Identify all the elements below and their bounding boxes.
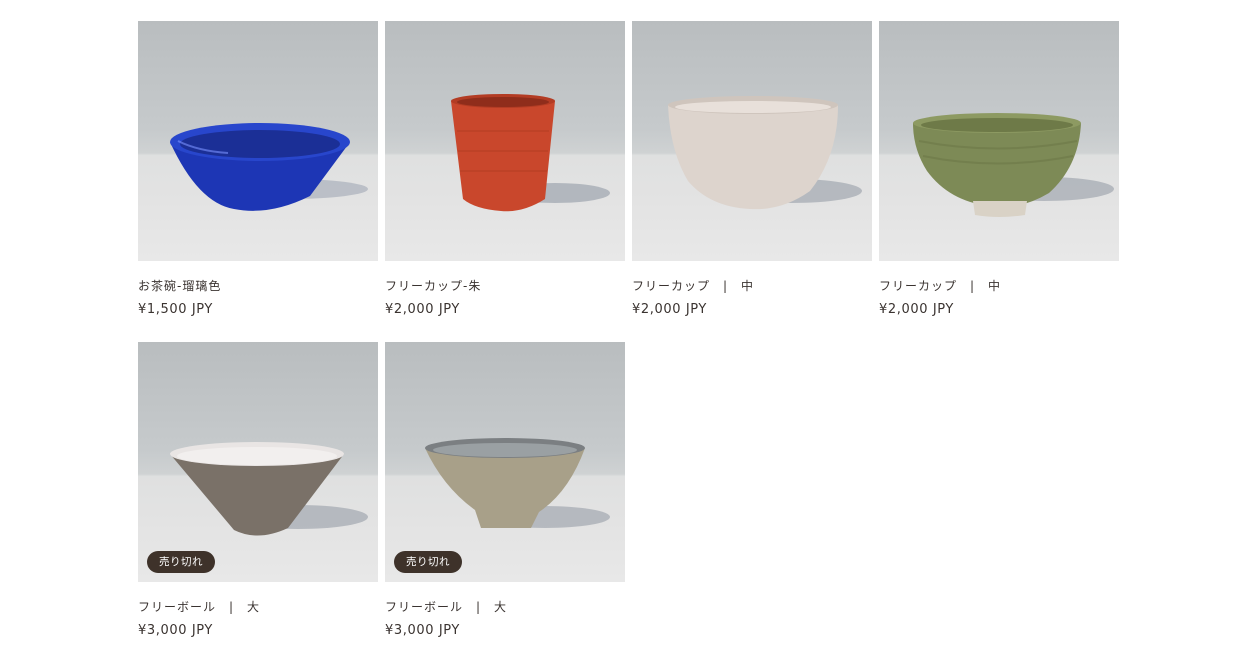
grey-bowl-photo — [170, 442, 368, 536]
product-title[interactable]: フリーカップ | 中 — [879, 277, 1119, 293]
product-price: ¥3,000 JPY — [138, 623, 213, 638]
sold-out-badge: 売り切れ — [394, 551, 462, 573]
product-price: ¥3,000 JPY — [385, 623, 460, 638]
product-price: ¥2,000 JPY — [879, 302, 954, 317]
product-card[interactable]: フリーカップ | 中 ¥2,000 JPY — [632, 21, 872, 317]
product-price: ¥2,000 JPY — [632, 302, 707, 317]
product-title[interactable]: フリーカップ-朱 — [385, 277, 625, 293]
product-card[interactable]: お茶碗-瑠璃色 ¥1,500 JPY — [138, 21, 378, 317]
product-title[interactable]: フリーボール | 大 — [138, 598, 378, 614]
product-image[interactable] — [879, 21, 1119, 261]
product-title[interactable]: お茶碗-瑠璃色 — [138, 277, 378, 293]
product-price: ¥1,500 JPY — [138, 302, 213, 317]
product-price: ¥2,000 JPY — [385, 302, 460, 317]
blue-bowl-photo — [170, 123, 368, 211]
product-image[interactable] — [385, 21, 625, 261]
product-title[interactable]: フリーカップ | 中 — [632, 277, 872, 293]
product-card[interactable]: 売り切れ フリーボール | 大 ¥3,000 JPY — [385, 342, 625, 638]
silver-bowl-photo — [425, 438, 610, 528]
white-bowl-photo — [668, 96, 862, 210]
product-title[interactable]: フリーボール | 大 — [385, 598, 625, 614]
red-cup-photo — [451, 94, 610, 212]
product-image[interactable] — [632, 21, 872, 261]
product-card[interactable]: フリーカップ | 中 ¥2,000 JPY — [879, 21, 1119, 317]
sold-out-badge: 売り切れ — [147, 551, 215, 573]
product-card[interactable]: フリーカップ-朱 ¥2,000 JPY — [385, 21, 625, 317]
green-bowl-photo — [913, 113, 1114, 217]
product-image[interactable]: 売り切れ — [138, 342, 378, 582]
product-image[interactable]: 売り切れ — [385, 342, 625, 582]
product-image[interactable] — [138, 21, 378, 261]
product-card[interactable]: 売り切れ フリーボール | 大 ¥3,000 JPY — [138, 342, 378, 638]
